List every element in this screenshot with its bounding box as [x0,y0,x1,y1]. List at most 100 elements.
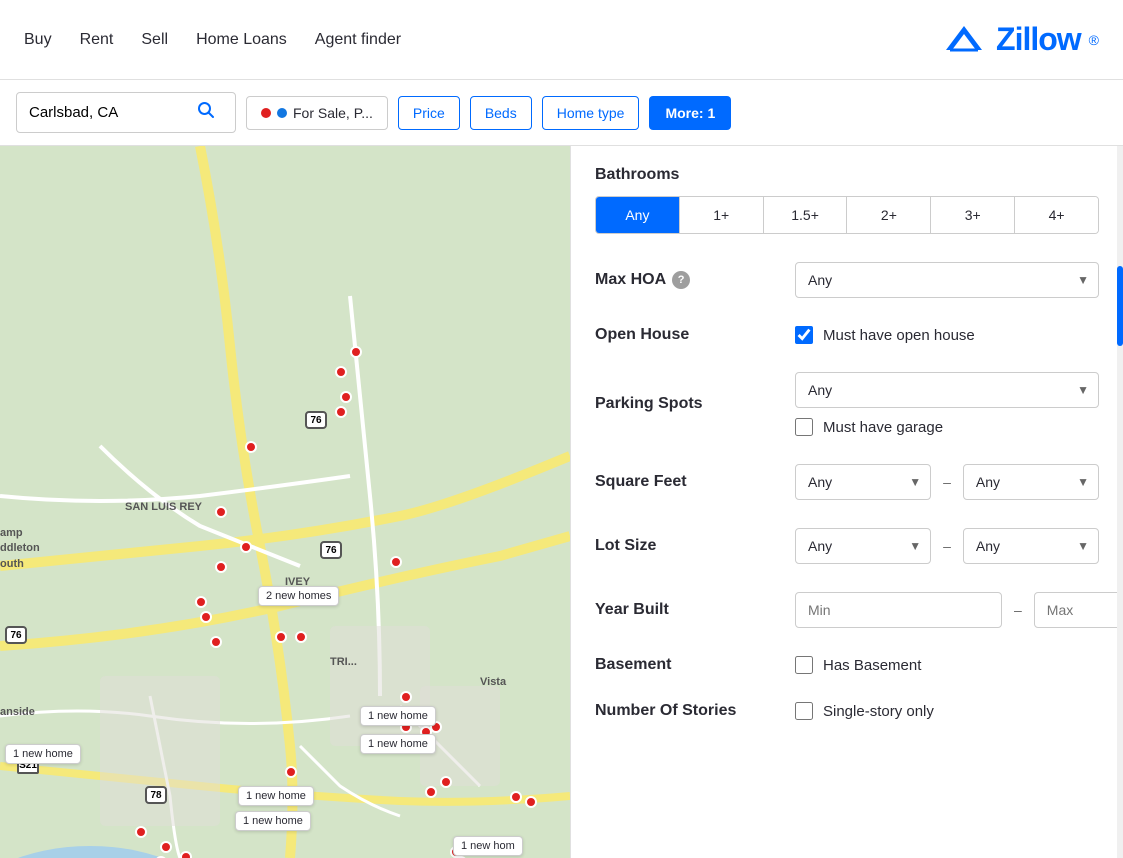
map-pin[interactable] [135,826,147,838]
bathrooms-section: Bathrooms Any 1+ 1.5+ 2+ 3+ 4+ [595,166,1099,234]
map-pin[interactable] [240,541,252,553]
map-pin[interactable] [285,766,297,778]
lot-size-content: Any 2000 sqft 3000 sqft 5000 sqft 1/4 ac… [795,528,1099,564]
map-new-home-label[interactable]: 1 new home [238,786,314,806]
open-house-section: Open House Must have open house [595,326,1099,344]
map-new-home-label-left[interactable]: 1 new home [5,744,81,764]
main-content: SAN LUIS REY ampddletonouth anside Vista… [0,146,1123,858]
header: Buy Rent Sell Home Loans Agent finder Zi… [0,0,1123,80]
parking-spots-row: Parking Spots Any 1+ 2+ 3+ 4+ ▼ [595,372,1099,436]
bathrooms-any-btn[interactable]: Any [596,197,680,233]
home-type-filter-button[interactable]: Home type [542,96,640,130]
max-hoa-help-icon[interactable]: ? [672,271,690,289]
square-feet-max-select[interactable]: Any 500 750 1000 1250 1500 1750 2000 250… [963,464,1099,500]
stories-row-label: Number Of Stories [595,702,775,720]
search-icon[interactable] [197,101,215,124]
open-house-checkbox[interactable] [795,326,813,344]
parking-spots-label: Parking Spots [595,395,703,412]
stories-content: Single-story only [795,702,1099,720]
stories-checkbox[interactable] [795,702,813,720]
bathrooms-3plus-btn[interactable]: 3+ [931,197,1015,233]
nav-agent-finder[interactable]: Agent finder [315,31,401,49]
bathrooms-4plus-btn[interactable]: 4+ [1015,197,1098,233]
map-pin[interactable] [275,631,287,643]
open-house-row-label: Open House [595,326,775,344]
year-built-max-input[interactable] [1034,592,1123,628]
for-sale-filter-button[interactable]: For Sale, P... [246,96,388,130]
nav-home-loans[interactable]: Home Loans [196,31,287,49]
map-tri-text: TRI... [330,656,357,668]
garage-checkbox-row: Must have garage [795,418,1099,436]
scrollbar-track [1117,146,1123,858]
lot-size-range-group: Any 2000 sqft 3000 sqft 5000 sqft 1/4 ac… [795,528,1099,564]
map-area[interactable]: SAN LUIS REY ampddletonouth anside Vista… [0,146,570,858]
map-pin[interactable] [440,776,452,788]
zillow-logo-text: Zillow [996,21,1081,58]
beds-filter-button[interactable]: Beds [470,96,532,130]
square-feet-content: Any 500 750 1000 1250 1500 1750 2000 250… [795,464,1099,500]
square-feet-section: Square Feet Any 500 750 1000 1250 1500 [595,464,1099,500]
max-hoa-section: Max HOA ? Any $50/mo $100/mo $200/mo $30… [595,262,1099,298]
year-built-min-input[interactable] [795,592,1002,628]
lot-size-min-select[interactable]: Any 2000 sqft 3000 sqft 5000 sqft 1/4 ac… [795,528,931,564]
nav-sell[interactable]: Sell [141,31,168,49]
for-sale-label: For Sale, P... [293,105,373,121]
map-pin[interactable] [335,366,347,378]
square-feet-row-label: Square Feet [595,473,775,491]
map-pin[interactable] [160,841,172,853]
stories-checkbox-row: Single-story only [795,702,1099,720]
map-pin[interactable] [390,556,402,568]
map-pin[interactable] [200,611,212,623]
map-anside-text: anside [0,706,35,718]
highway-76-badge-1: 76 [305,411,327,429]
basement-checkbox-row: Has Basement [795,656,1099,674]
search-input[interactable] [29,104,189,121]
map-pin[interactable] [400,691,412,703]
bathrooms-1plus-btn[interactable]: 1+ [680,197,764,233]
price-label: Price [413,105,445,121]
lot-size-max-select[interactable]: Any 2000 sqft 3000 sqft 5000 sqft 1/4 ac… [963,528,1099,564]
map-pin[interactable] [425,786,437,798]
map-pin[interactable] [245,441,257,453]
search-box-container [16,92,236,133]
max-hoa-select[interactable]: Any $50/mo $100/mo $200/mo $300/mo $500/… [795,262,1099,298]
map-pin[interactable] [525,796,537,808]
max-hoa-select-container: Any $50/mo $100/mo $200/mo $300/mo $500/… [795,262,1099,298]
bathrooms-label: Bathrooms [595,166,1099,184]
basement-section: Basement Has Basement [595,656,1099,674]
map-new-homes-label[interactable]: 2 new homes [258,586,339,606]
map-new-home-label[interactable]: 1 new home [360,734,436,754]
basement-row: Basement Has Basement [595,656,1099,674]
open-house-checkbox-label: Must have open house [823,327,975,344]
nav-buy[interactable]: Buy [24,31,52,49]
main-nav: Buy Rent Sell Home Loans Agent finder [24,31,401,49]
square-feet-range-group: Any 500 750 1000 1250 1500 1750 2000 250… [795,464,1099,500]
bathrooms-1-5plus-btn[interactable]: 1.5+ [764,197,848,233]
square-feet-min-select[interactable]: Any 500 750 1000 1250 1500 1750 2000 250… [795,464,931,500]
stories-row: Number Of Stories Single-story only [595,702,1099,720]
more-filters-button[interactable]: More: 1 [649,96,731,130]
map-new-home-label[interactable]: 1 new hom [453,836,523,856]
map-svg [0,146,570,858]
map-pin[interactable] [180,851,192,858]
price-filter-button[interactable]: Price [398,96,460,130]
map-pin[interactable] [335,406,347,418]
bathrooms-2plus-btn[interactable]: 2+ [847,197,931,233]
map-pin[interactable] [195,596,207,608]
parking-spots-select-wrapper: Any 1+ 2+ 3+ 4+ ▼ [795,372,1099,408]
map-pin[interactable] [210,636,222,648]
nav-rent[interactable]: Rent [80,31,114,49]
lot-size-section: Lot Size Any 2000 sqft 3000 sqft 5000 sq… [595,528,1099,564]
parking-spots-select[interactable]: Any 1+ 2+ 3+ 4+ [795,372,1099,408]
map-pin[interactable] [510,791,522,803]
map-pin[interactable] [340,391,352,403]
map-pin[interactable] [215,561,227,573]
garage-checkbox[interactable] [795,418,813,436]
map-pin[interactable] [215,506,227,518]
map-new-home-label[interactable]: 1 new home [360,706,436,726]
scrollbar-thumb[interactable] [1117,266,1123,346]
map-pin[interactable] [350,346,362,358]
basement-checkbox[interactable] [795,656,813,674]
map-pin[interactable] [295,631,307,643]
map-new-home-label[interactable]: 1 new home [235,811,311,831]
